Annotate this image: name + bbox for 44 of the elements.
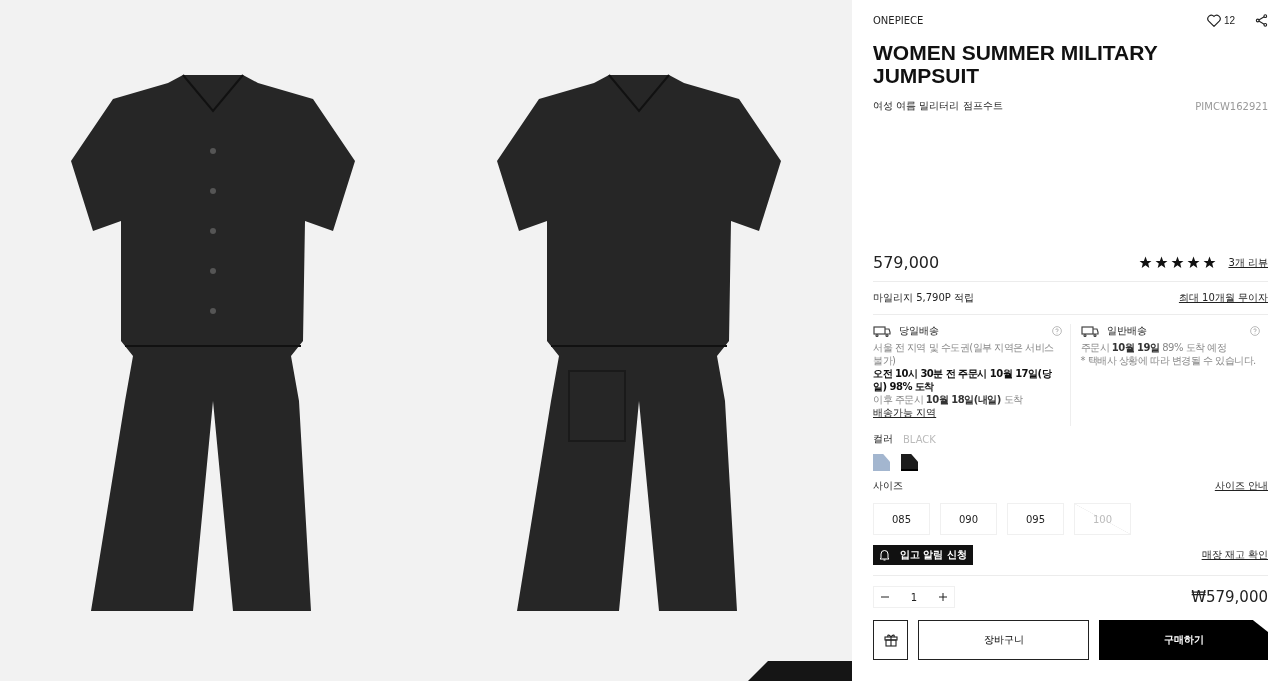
restock-alert-button[interactable]: 입고 알림 신청 [873,545,973,565]
size-option[interactable]: 090 [940,503,997,535]
size-label: 사이즈 [873,479,903,493]
installment-link[interactable]: 최대 10개월 무이자 [1178,291,1268,305]
product-title: WOMEN SUMMER MILITARY JUMPSUIT [873,41,1159,87]
help-icon[interactable] [1250,326,1260,336]
size-option[interactable]: 085 [873,503,930,535]
color-value: BLACK [903,433,936,445]
bell-icon [879,549,890,561]
reviews-link[interactable]: 3개 리뷰 [1228,255,1268,270]
product-price: 579,000 [873,253,940,272]
truck-icon [1080,325,1099,337]
product-code: PIMCW162921 [1195,100,1268,112]
gift-button[interactable] [873,620,908,660]
gift-icon [883,633,898,647]
category-label: ONEPIECE [873,15,924,26]
help-icon[interactable] [1051,326,1062,336]
share-button[interactable] [1255,14,1268,27]
color-swatch[interactable] [873,454,890,471]
delivery-note: * 택배사 상황에 따라 변경될 수 있습니다. [1080,354,1257,367]
delivery-note: 주문시 10월 19일 89% 도착 예정 [1080,341,1228,354]
heart-icon [1206,14,1221,27]
color-label: 컬러 [873,432,893,446]
delivery-title: 일반배송 [1106,324,1148,338]
store-stock-link[interactable]: 매장 재고 확인 [1201,548,1268,562]
quantity-value: 1 [910,591,918,603]
delivery-title: 당일배송 [899,324,940,338]
like-button[interactable]: 12 [1206,14,1235,27]
color-swatch[interactable] [901,454,918,471]
total-price: ₩579,000 [1191,588,1268,606]
delivery-note: 이후 주문시 10월 18일(내일) 도착 [873,393,1024,406]
delivery-area-link[interactable]: 배송가능 지역 [873,406,1062,420]
delivery-note: 오전 10시 30분 전 주문시 10월 17일(당일) 98% 도착 [873,367,1053,393]
share-icon [1255,14,1268,27]
cart-button[interactable]: 장바구니 [918,620,1089,660]
buy-button[interactable]: 구매하기 [1099,620,1268,660]
truck-icon [873,325,891,337]
mileage-text: 마일리지 5,790P 적립 [873,291,974,305]
plus-icon [938,592,948,602]
size-option[interactable]: 095 [1007,503,1064,535]
delivery-note: 서울 전 지역 및 수도권(일부 지역은 서비스 불가) [873,341,1055,367]
quantity-stepper[interactable]: 1 [873,586,955,608]
size-guide-link[interactable]: 사이즈 안내 [1214,479,1268,493]
product-subtitle: 여성 여름 밀리터리 점프수트 [873,99,1003,113]
